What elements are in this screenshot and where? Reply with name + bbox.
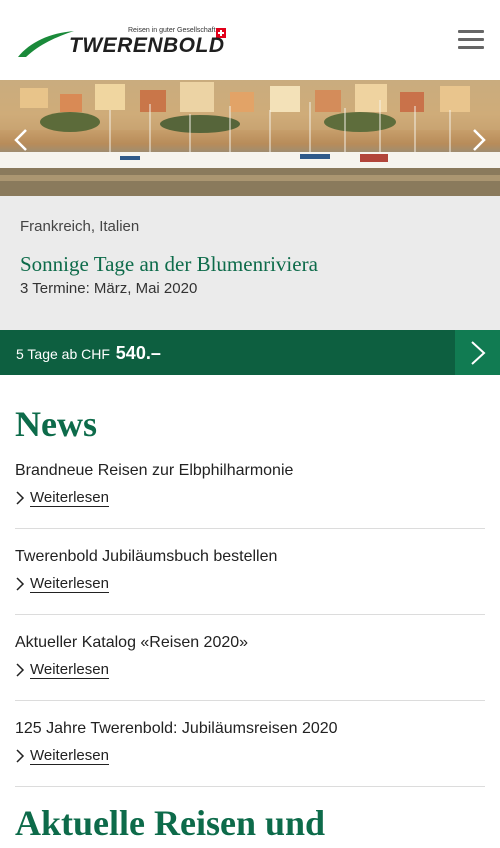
chevron-left-icon (14, 129, 27, 151)
price-go-button[interactable] (455, 330, 500, 375)
read-more-label[interactable]: Weiterlesen (30, 748, 109, 765)
price-amount: 540.– (115, 343, 161, 363)
logo-tagline: Reisen in guter Gesellschaft (128, 27, 216, 34)
news-item: 125 Jahre Twerenbold: Jubiläumsreisen 20… (15, 720, 485, 787)
news-item-title: Brandneue Reisen zur Elbphilharmonie (15, 462, 294, 479)
news-item: Twerenbold Jubiläumsbuch bestellen Weite… (15, 548, 485, 615)
twerenbold-logo[interactable]: Reisen in guter Gesellschaft TWERENBOLD (16, 26, 231, 62)
current-trips-heading: Aktuelle Reisen und (15, 803, 326, 843)
price-prefix: 5 Tage ab CHF (16, 346, 110, 362)
chevron-right-icon (471, 341, 486, 365)
logo-wordmark: TWERENBOLD (69, 34, 225, 57)
read-more-label[interactable]: Weiterlesen (30, 662, 109, 679)
news-item-title: Aktueller Katalog «Reisen 2020» (15, 634, 249, 651)
chevron-right-icon (16, 749, 25, 763)
hero-image (0, 80, 500, 196)
news-item-title: 125 Jahre Twerenbold: Jubiläumsreisen 20… (15, 720, 338, 737)
trip-countries: Frankreich, Italien (20, 218, 140, 235)
trip-teaser[interactable]: Frankreich, Italien Sonnige Tage an der … (0, 196, 500, 330)
price-bar[interactable]: 5 Tage ab CHF 540.– (0, 330, 500, 375)
logo-swoosh-icon (18, 31, 74, 57)
news-item: Aktueller Katalog «Reisen 2020» Weiterle… (15, 634, 485, 701)
trip-dates: 3 Termine: März, Mai 2020 (20, 280, 198, 297)
chevron-right-icon (473, 129, 486, 151)
price-label: 5 Tage ab CHF 540.– (16, 343, 161, 364)
site-header: Reisen in guter Gesellschaft TWERENBOLD (0, 0, 500, 80)
news-item: Brandneue Reisen zur Elbphilharmonie Wei… (15, 462, 485, 529)
hero-next-button[interactable] (466, 127, 492, 153)
chevron-right-icon (16, 663, 25, 677)
read-more-label[interactable]: Weiterlesen (30, 576, 109, 593)
chevron-right-icon (16, 491, 25, 505)
harbor-illustration (0, 80, 500, 196)
news-heading: News (15, 404, 97, 444)
news-item-title: Twerenbold Jubiläumsbuch bestellen (15, 548, 278, 565)
hero-prev-button[interactable] (8, 127, 34, 153)
hamburger-menu-icon[interactable] (456, 28, 486, 50)
chevron-right-icon (16, 577, 25, 591)
read-more-label[interactable]: Weiterlesen (30, 490, 109, 507)
trip-title[interactable]: Sonnige Tage an der Blumenriviera (20, 252, 318, 277)
